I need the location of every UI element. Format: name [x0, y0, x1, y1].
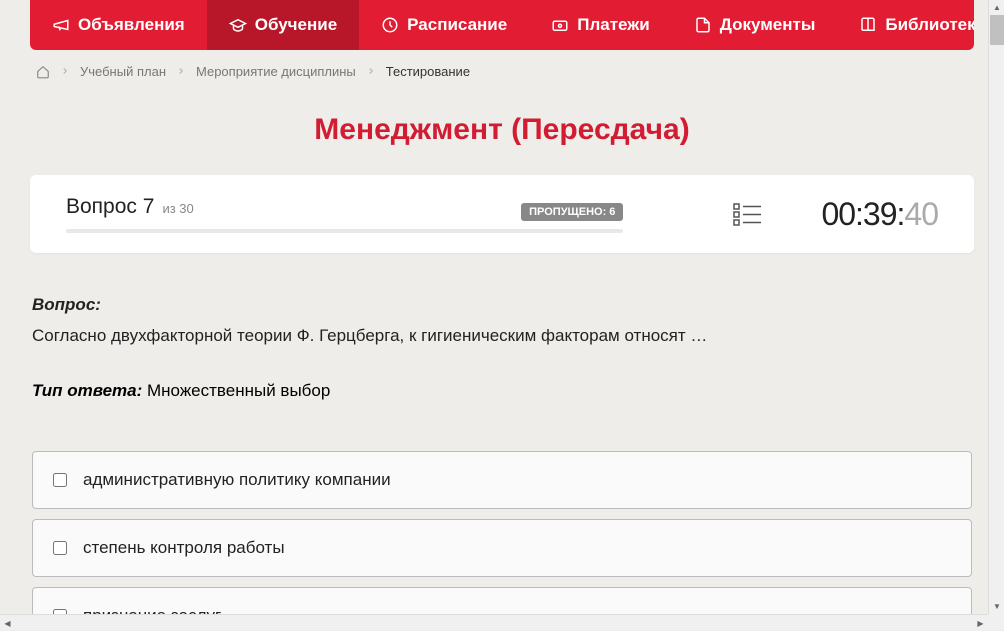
megaphone-icon	[52, 16, 70, 34]
nav-announcements[interactable]: Объявления	[30, 0, 207, 50]
nav-label: Документы	[720, 15, 816, 35]
nav-education[interactable]: Обучение	[207, 0, 359, 50]
book-icon	[859, 16, 877, 34]
scroll-down-arrow-icon[interactable]: ▼	[989, 599, 1004, 614]
skipped-badge: ПРОПУЩЕНО: 6	[521, 203, 623, 221]
chevron-right-icon	[60, 64, 70, 79]
nav-label: Объявления	[78, 15, 185, 35]
nav-documents[interactable]: Документы	[672, 0, 838, 50]
answer-option-text: признание заслуг	[83, 606, 221, 615]
nav-label: Платежи	[577, 15, 650, 35]
question-total: из 30	[162, 201, 193, 216]
home-icon[interactable]	[36, 65, 50, 79]
nav-label: Расписание	[407, 15, 507, 35]
answer-option[interactable]: признание заслуг	[32, 587, 972, 615]
answer-option-text: степень контроля работы	[83, 538, 285, 558]
nav-library[interactable]: Библиотека	[837, 0, 974, 50]
page-title: Менеджмент (Пересдача)	[30, 113, 974, 147]
payment-icon	[551, 16, 569, 34]
scrollbar-thumb[interactable]	[990, 15, 1004, 45]
breadcrumb-curriculum[interactable]: Учебный план	[80, 64, 166, 79]
answer-type-value: Множественный выбор	[147, 381, 330, 400]
scrollbar-vertical[interactable]: ▲ ▼	[988, 0, 1004, 614]
top-nav: Объявления Обучение Расписание Платежи	[30, 0, 974, 50]
graduation-cap-icon	[229, 16, 247, 34]
scroll-left-arrow-icon[interactable]: ◀	[0, 615, 15, 631]
progress-bar	[66, 229, 623, 233]
document-icon	[694, 16, 712, 34]
breadcrumb: Учебный план Мероприятие дисциплины Тест…	[30, 50, 974, 93]
answer-checkbox[interactable]	[53, 541, 67, 555]
chevron-right-icon	[366, 64, 376, 79]
question-list-icon[interactable]	[733, 202, 761, 226]
answer-option[interactable]: степень контроля работы	[32, 519, 972, 577]
answer-option[interactable]: административную политику компании	[32, 451, 972, 509]
nav-label: Библиотека	[885, 15, 974, 35]
question-label: Вопрос:	[32, 295, 972, 315]
scroll-right-arrow-icon[interactable]: ▶	[973, 615, 988, 631]
nav-label: Обучение	[255, 15, 337, 35]
breadcrumb-discipline-event[interactable]: Мероприятие дисциплины	[196, 64, 356, 79]
scrollbar-horizontal[interactable]: ◀ ▶	[0, 614, 988, 630]
answer-option-text: административную политику компании	[83, 470, 391, 490]
status-card: Вопрос 7 из 30 ПРОПУЩЕНО: 6	[30, 175, 974, 253]
scrollbar-corner	[988, 614, 1004, 630]
timer: 00:39:40	[821, 196, 938, 233]
nav-schedule[interactable]: Расписание	[359, 0, 529, 50]
nav-payments[interactable]: Платежи	[529, 0, 672, 50]
timer-main: 00:39:	[821, 196, 904, 233]
answer-checkbox[interactable]	[53, 473, 67, 487]
breadcrumb-current: Тестирование	[386, 64, 470, 79]
question-text: Согласно двухфакторной теории Ф. Герцбер…	[32, 323, 972, 349]
clock-icon	[381, 16, 399, 34]
question-number: Вопрос 7	[66, 195, 154, 219]
chevron-right-icon	[176, 64, 186, 79]
answer-type-label: Тип ответа:	[32, 381, 142, 400]
timer-seconds: 40	[904, 196, 938, 233]
scroll-up-arrow-icon[interactable]: ▲	[989, 0, 1004, 15]
